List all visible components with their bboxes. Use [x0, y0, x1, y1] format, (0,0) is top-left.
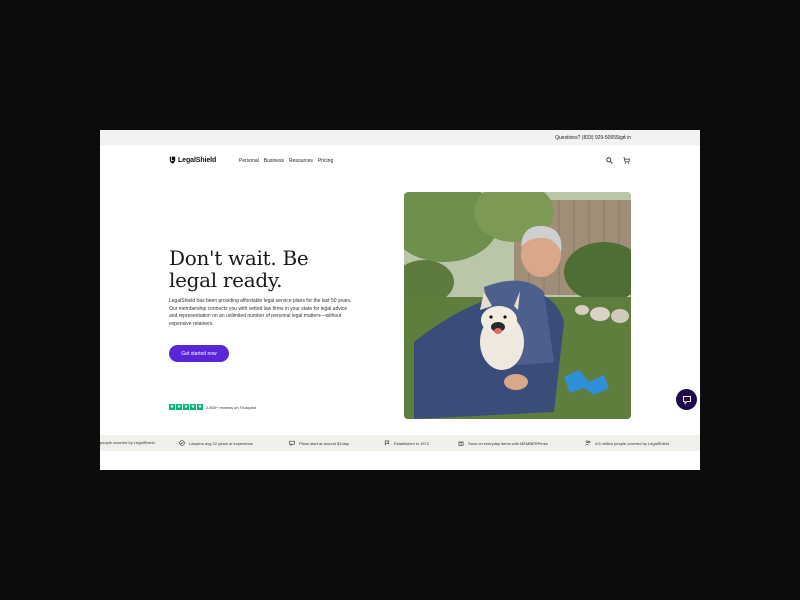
- ticker-item-text: Save on everyday items with MEMBERPerks: [468, 440, 548, 446]
- brand-logo[interactable]: LegalShield: [169, 156, 216, 164]
- hero-illustration: [404, 192, 631, 419]
- page-frame: Questions? (833) 929-5065 | Sign in Lega…: [100, 130, 700, 470]
- get-started-button[interactable]: Get started now: [169, 345, 229, 362]
- people-icon: [585, 440, 591, 446]
- nav-item-personal[interactable]: Personal: [239, 158, 259, 164]
- shield-icon: [169, 156, 176, 164]
- star-icon: ★: [169, 404, 175, 410]
- nav-menu: Personal Business Resources Pricing: [239, 158, 333, 164]
- phone-link[interactable]: Questions? (833) 929-5065: [555, 135, 616, 141]
- nav-icons: [606, 157, 630, 164]
- ticker-item-text: people covered by LegalShield: [100, 440, 155, 445]
- headline-line-2: legal ready.: [169, 268, 283, 292]
- main-nav: LegalShield Personal Business Resources …: [100, 145, 700, 175]
- ticker-item-text: Established in 1972: [394, 440, 429, 446]
- utility-bar: Questions? (833) 929-5065 | Sign in: [100, 130, 700, 145]
- ticker-item-text: 4.5 million people covered by LegalShiel…: [595, 440, 669, 446]
- ticker-item: 4.5 million people covered by LegalShiel…: [585, 440, 669, 446]
- nav-item-pricing[interactable]: Pricing: [318, 158, 333, 164]
- gift-icon: [458, 441, 464, 446]
- chat-icon: [289, 440, 295, 446]
- ticker-item-text: Lawyers avg 22 years of experience: [189, 440, 254, 446]
- hero-photo-man-with-dog: [404, 192, 631, 419]
- ticker-item: Save on everyday items with MEMBERPerks: [458, 440, 548, 446]
- flag-icon: [384, 440, 390, 446]
- chat-button[interactable]: [676, 389, 697, 410]
- ticker-item-text: Plans start at around $1/day: [299, 440, 350, 446]
- chat-bubble-icon: [682, 395, 691, 405]
- star-icon: ★: [190, 404, 196, 410]
- ticker-item: Established in 1972: [384, 440, 429, 446]
- star-icon: ★: [197, 404, 203, 410]
- hero-headline: Don't wait. Be legal ready.: [169, 247, 349, 291]
- star-icon: ★: [183, 404, 189, 410]
- ticker-item: Plans start at around $1/day: [289, 440, 349, 446]
- nav-item-business[interactable]: Business: [264, 158, 284, 164]
- search-icon[interactable]: [606, 157, 613, 164]
- trustpilot-rating[interactable]: ★ ★ ★ ★ ★ 2,800+ reviews on Trustpilot: [169, 404, 256, 410]
- benefits-ticker: people covered by LegalShield Lawyers av…: [100, 435, 700, 451]
- rating-text: 2,800+ reviews on Trustpilot: [206, 404, 256, 410]
- ticker-item: Lawyers avg 22 years of experience: [179, 440, 253, 446]
- star-rating: ★ ★ ★ ★ ★: [169, 404, 203, 410]
- cart-icon[interactable]: [623, 157, 630, 164]
- ticker-item: people covered by LegalShield: [100, 440, 155, 445]
- hero-description: LegalShield has been providing affordabl…: [169, 298, 352, 327]
- headline-line-1: Don't wait. Be: [169, 246, 309, 270]
- check-circle-icon: [179, 440, 185, 446]
- star-icon: ★: [176, 404, 182, 410]
- nav-item-resources[interactable]: Resources: [289, 158, 313, 164]
- brand-name: LegalShield: [178, 156, 217, 164]
- sign-in-link[interactable]: Sign in: [616, 135, 631, 141]
